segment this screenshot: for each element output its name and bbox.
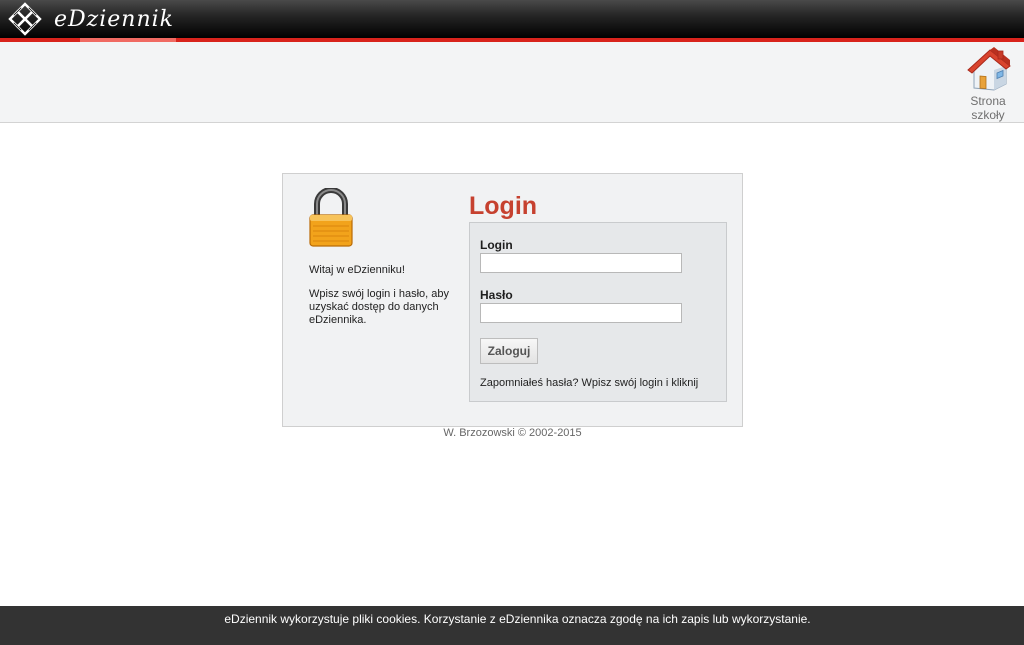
school-link-label-line2: szkoły [971, 108, 1005, 122]
login-label: Login [480, 238, 513, 252]
page: eDziennik Strona szkoły Witaj w eDzienni… [0, 0, 1024, 645]
cookie-notice-text: eDziennik wykorzystuje pliki cookies. Ko… [224, 612, 811, 626]
app-logo-text: eDziennik [54, 7, 175, 32]
login-title: Login [469, 192, 538, 220]
login-submit-button[interactable]: Zaloguj [480, 338, 538, 364]
login-box: Witaj w eDzienniku! Wpisz swój login i h… [282, 173, 743, 427]
school-page-link[interactable]: Strona szkoły [956, 46, 1020, 122]
school-link-label-line1: Strona [970, 94, 1006, 108]
instruction-text: Wpisz swój login i hasło, aby uzyskać do… [309, 288, 450, 326]
forgot-password-text: Zapomniałeś hasła? Wpisz swój login i kl… [480, 377, 699, 389]
top-bar: eDziennik [0, 0, 1024, 38]
password-input[interactable] [480, 303, 682, 323]
copyright-text: W. Brzozowski © 2002-2015 [443, 427, 582, 439]
house-icon [967, 47, 1011, 91]
login-input[interactable] [480, 253, 682, 273]
knot-logo-icon [8, 2, 42, 36]
cookie-bar: eDziennik wykorzystuje pliki cookies. Ko… [0, 606, 1024, 645]
header-panel: Strona szkoły [0, 42, 1024, 123]
password-label: Hasło [480, 288, 513, 302]
padlock-icon [309, 188, 353, 247]
login-form: Login Hasło Zaloguj Zapomniałeś hasła? W… [469, 222, 727, 402]
welcome-text: Witaj w eDzienniku! [309, 264, 405, 276]
